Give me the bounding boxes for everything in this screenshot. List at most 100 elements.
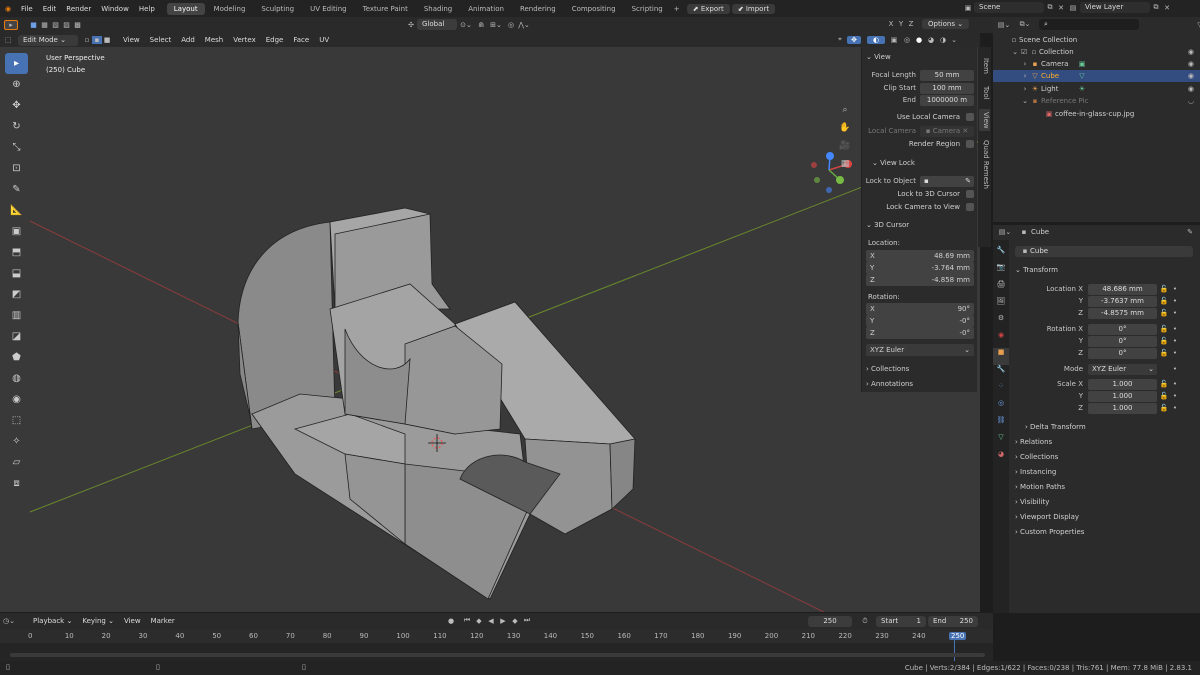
- tab-view[interactable]: View: [979, 109, 990, 131]
- lock-icon[interactable]: 🔓: [1157, 337, 1171, 345]
- timeline-scrollbar[interactable]: [10, 653, 985, 657]
- outliner-search-input[interactable]: ⌕: [1039, 19, 1139, 30]
- mode-difference-icon[interactable]: ▨: [61, 21, 72, 29]
- frame-ruler[interactable]: 0 10 20 30 40 50 60 70 80 90 100 110 120 130 140 150 160…: [0, 629, 993, 643]
- add-workspace-icon[interactable]: +: [671, 5, 683, 13]
- orientation-dropdown[interactable]: Global ⌄: [417, 19, 457, 39]
- menu-window[interactable]: Window: [96, 5, 134, 13]
- view-lock-subsection[interactable]: ⌄ View Lock: [872, 157, 988, 169]
- timeline-playback-menu[interactable]: Playback ⌄: [28, 617, 77, 625]
- lock-icon[interactable]: 🔓: [1157, 285, 1171, 293]
- cursor-x-field[interactable]: X 48.69 mm: [866, 250, 974, 262]
- menu-file[interactable]: File: [16, 5, 38, 13]
- scene-copy-icon[interactable]: ⧉: [1044, 3, 1056, 12]
- shading-material-icon[interactable]: ◕: [925, 36, 937, 44]
- gizmo-toggle-icon[interactable]: ✥: [847, 35, 861, 44]
- pin-icon[interactable]: ✎: [1187, 228, 1193, 236]
- smooth-tool-icon[interactable]: ◉: [5, 389, 28, 410]
- scale-y-field[interactable]: 1.000: [1088, 390, 1157, 402]
- rotate-tool-icon[interactable]: ↻: [5, 116, 28, 137]
- visibility-eye-icon[interactable]: ◉: [1188, 72, 1194, 80]
- collections-section[interactable]: › Collections: [1015, 453, 1058, 461]
- tab-rendering[interactable]: Rendering: [513, 3, 563, 15]
- timeline-editor-icon[interactable]: ◷⌄: [0, 617, 18, 625]
- move-tool-icon[interactable]: ✥: [5, 95, 28, 116]
- options-button[interactable]: Options ⌄: [922, 19, 970, 29]
- view-section-header[interactable]: ⌄ View: [866, 51, 982, 63]
- tab-item[interactable]: Item: [979, 55, 990, 77]
- keyframe-dot-icon[interactable]: •: [1171, 297, 1179, 305]
- perspective-grid-icon[interactable]: ▦: [838, 159, 852, 177]
- physics-props-icon[interactable]: ◎: [993, 399, 1009, 416]
- vp-menu-mesh[interactable]: Mesh: [200, 36, 228, 44]
- scene-icon[interactable]: ▣: [962, 4, 974, 12]
- tool-props-icon[interactable]: 🔧: [993, 246, 1009, 263]
- vp-menu-vertex[interactable]: Vertex: [228, 36, 261, 44]
- lock-camera-checkbox[interactable]: [966, 203, 974, 211]
- outliner-item-camera[interactable]: › ▪ Camera ▣ ◉: [993, 58, 1200, 70]
- rotation-z-field[interactable]: 0°: [1088, 347, 1157, 359]
- delta-transform-section[interactable]: › Delta Transform: [1025, 423, 1086, 431]
- clip-start-field[interactable]: 100 mm: [920, 82, 974, 94]
- outliner-item-image[interactable]: ▣ coffee-in-glass-cup.jpg: [993, 108, 1200, 120]
- view-layer-icon[interactable]: ▤: [1066, 4, 1080, 12]
- snap-icon[interactable]: ⋒: [475, 21, 487, 29]
- keyframe-dot-icon[interactable]: •: [1171, 309, 1179, 317]
- outliner-item-reference-pic[interactable]: ⌄ ▪ Reference Pic ◡: [993, 95, 1200, 107]
- shrink-fatten-tool-icon[interactable]: ✧: [5, 431, 28, 452]
- jump-start-icon[interactable]: ⏮: [461, 616, 473, 625]
- location-z-field[interactable]: -4.8575 mm: [1088, 307, 1157, 319]
- viewport-display-section[interactable]: › Viewport Display: [1015, 513, 1079, 521]
- blender-logo-icon[interactable]: ◉: [0, 5, 16, 13]
- keyframe-dot-icon[interactable]: •: [1171, 285, 1179, 293]
- zoom-icon[interactable]: ⌕: [838, 105, 852, 123]
- clip-end-field[interactable]: 1000000 m: [920, 94, 974, 106]
- pivot-icon[interactable]: ⊙⌄: [457, 21, 475, 29]
- edge-slide-tool-icon[interactable]: ⬚: [5, 410, 28, 431]
- lock-icon[interactable]: 🔓: [1157, 297, 1171, 305]
- scale-z-field[interactable]: 1.000: [1088, 402, 1157, 414]
- prev-keyframe-icon[interactable]: ◆: [473, 617, 485, 625]
- transform-tool-icon[interactable]: ⊡: [5, 158, 28, 179]
- loop-cut-tool-icon[interactable]: ▥: [5, 305, 28, 326]
- jump-end-icon[interactable]: ⏭: [521, 616, 533, 625]
- cursor-z-field[interactable]: Z -4.858 mm: [866, 274, 974, 286]
- outliner-item-collection[interactable]: ⌄ ☑ ▫ Collection ◉: [993, 46, 1200, 58]
- shading-rendered-icon[interactable]: ◑: [937, 36, 949, 44]
- mode-intersect-icon[interactable]: ▩: [72, 21, 83, 29]
- object-props-tab-icon[interactable]: ■: [993, 348, 1009, 365]
- vp-menu-select[interactable]: Select: [145, 36, 177, 44]
- 3d-cursor-section-header[interactable]: ⌄ 3D Cursor: [866, 219, 982, 231]
- editor-type-icon[interactable]: ⬚: [0, 36, 16, 44]
- properties-editor-icon[interactable]: ▤⌄: [997, 228, 1013, 236]
- cursor-rot-z-field[interactable]: Z -0°: [866, 327, 974, 339]
- timeline-area[interactable]: 0 10 20 30 40 50 60 70 80 90 100 110 120 130 140 150 160…: [0, 629, 993, 661]
- import-button[interactable]: ⬋ Import: [731, 3, 776, 14]
- use-local-camera-checkbox[interactable]: [966, 113, 974, 121]
- modifier-props-icon[interactable]: 🔧: [993, 365, 1009, 382]
- end-frame-field[interactable]: End 250: [928, 616, 978, 627]
- mode-subtract-icon[interactable]: ▧: [50, 21, 61, 29]
- lock-icon[interactable]: 🔓: [1157, 380, 1171, 388]
- current-frame-field[interactable]: 250: [808, 616, 852, 627]
- keyframe-dot-icon[interactable]: •: [1171, 380, 1179, 388]
- play-reverse-icon[interactable]: ◀: [485, 617, 497, 625]
- mode-new-icon[interactable]: ■: [28, 21, 39, 29]
- bevel-tool-icon[interactable]: ◩: [5, 284, 28, 305]
- rotation-y-field[interactable]: 0°: [1088, 335, 1157, 347]
- lock-to-object-field[interactable]: ▪ ✎: [920, 175, 974, 187]
- visibility-eye-icon[interactable]: ◉: [1188, 60, 1194, 68]
- location-x-field[interactable]: 48.686 mm: [1088, 283, 1157, 295]
- keyframe-dot-icon[interactable]: •: [1171, 392, 1179, 400]
- timeline-keying-menu[interactable]: Keying ⌄: [77, 617, 119, 625]
- lock-icon[interactable]: 🔓: [1157, 404, 1171, 412]
- menu-render[interactable]: Render: [61, 5, 96, 13]
- tab-layout[interactable]: Layout: [166, 2, 205, 15]
- outliner-item-light[interactable]: › ☀ Light ☀ ◉: [993, 83, 1200, 95]
- render-props-icon[interactable]: 📷: [993, 263, 1009, 280]
- lock-icon[interactable]: 🔓: [1157, 392, 1171, 400]
- vp-menu-add[interactable]: Add: [176, 36, 200, 44]
- xray-icon[interactable]: ▣: [887, 36, 901, 44]
- object-name-field[interactable]: ▪ Cube: [1015, 246, 1193, 257]
- camera-view-icon[interactable]: 🎥: [838, 141, 852, 159]
